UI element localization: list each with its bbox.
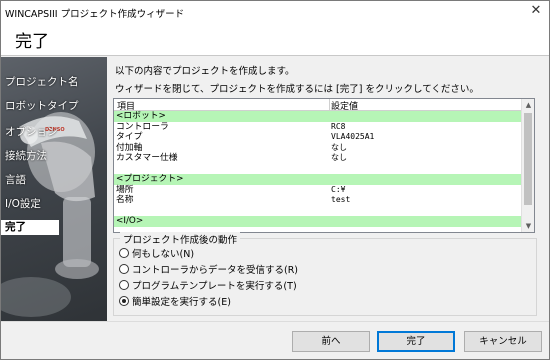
radio-button[interactable] bbox=[119, 280, 129, 290]
table-cell-item: <プロジェクト> bbox=[116, 174, 184, 184]
table-cell-item: コントローラ bbox=[116, 121, 169, 132]
table-group-row[interactable]: <I/O> bbox=[114, 216, 522, 227]
scroll-thumb[interactable] bbox=[524, 113, 532, 205]
finish-button[interactable]: 完了 bbox=[377, 331, 455, 352]
wizard-window: WINCAPSIII プロジェクト作成ウィザード ✕ 完了 DENSO プロジェ… bbox=[0, 0, 550, 360]
table-row[interactable]: 名称 test bbox=[114, 195, 522, 206]
radio-do-nothing[interactable]: 何もしない(N) bbox=[119, 246, 194, 260]
scroll-up-icon[interactable]: ▲ bbox=[522, 99, 534, 111]
radio-label[interactable]: コントローラからデータを受信する(R) bbox=[132, 262, 298, 276]
table-cell-item: カスタマー仕様 bbox=[116, 153, 178, 163]
table-cell-item: 名称 bbox=[116, 195, 134, 205]
table-row[interactable]: 付加軸 なし bbox=[114, 143, 522, 154]
main-content: 以下の内容でプロジェクトを作成します。 ウィザードを閉じて、プロジェクトを作成す… bbox=[107, 57, 549, 321]
title-bar[interactable]: WINCAPSIII プロジェクト作成ウィザード ✕ bbox=[1, 1, 549, 23]
radio-label[interactable]: プログラムテンプレートを実行する(T) bbox=[132, 278, 297, 292]
table-cell-value: VLA4025A1 bbox=[331, 132, 375, 141]
post-action-legend: プロジェクト作成後の動作 bbox=[120, 232, 241, 246]
table-header: 項目 設定値 bbox=[114, 99, 522, 112]
post-action-group: プロジェクト作成後の動作 何もしない(N) コントローラからデータを受信する(R… bbox=[113, 232, 537, 316]
table-rows: <ロボット> コントローラ RC8 タイプ VLA4025A1 付加軸 なし カスタマー仕様な… bbox=[114, 111, 522, 227]
sidebar-item-finish: 完了 bbox=[1, 220, 59, 235]
table-row[interactable] bbox=[114, 206, 522, 217]
radio-easy-setup[interactable]: 簡単設定を実行する(E) bbox=[119, 294, 231, 308]
robot-arm-image: DENSO bbox=[1, 112, 99, 317]
table-group-row[interactable]: <プロジェクト> bbox=[114, 174, 522, 185]
table-cell-value: test bbox=[331, 195, 351, 204]
table-cell-item: タイプ bbox=[116, 132, 143, 142]
table-cell-item: 付加軸 bbox=[116, 142, 143, 153]
sidebar-item-language: 言語 bbox=[5, 174, 26, 186]
table-row[interactable] bbox=[114, 164, 522, 175]
table-row[interactable]: カスタマー仕様 なし bbox=[114, 153, 522, 164]
wizard-sidebar: DENSO プロジェクト名 ロボットタイプ オプション 接続方法 言語 I/O設… bbox=[1, 57, 107, 321]
table-cell-value: なし bbox=[331, 153, 347, 162]
table-scrollbar[interactable]: ▲ ▼ bbox=[521, 99, 534, 232]
radio-button-selected[interactable] bbox=[119, 296, 129, 306]
radio-button[interactable] bbox=[119, 248, 129, 258]
table-group-row[interactable]: <ロボット> bbox=[114, 111, 522, 122]
sidebar-item-options: オプション bbox=[5, 126, 58, 138]
column-divider[interactable] bbox=[329, 99, 330, 111]
summary-table[interactable]: 項目 設定値 <ロボット> コントローラ RC8 タイプ VLA4025A1 付加軸 なしカ… bbox=[113, 98, 535, 233]
table-cell-value: RC8 bbox=[331, 121, 346, 131]
table-cell-item: 場所 bbox=[116, 184, 134, 195]
radio-label[interactable]: 何もしない(N) bbox=[132, 246, 194, 260]
page-header: 完了 bbox=[1, 23, 549, 56]
intro-text-2: ウィザードを閉じて、プロジェクトを作成するには [完了] をクリックしてください… bbox=[115, 84, 479, 95]
radio-receive-data[interactable]: コントローラからデータを受信する(R) bbox=[119, 262, 298, 276]
table-cell-value: C:¥ bbox=[331, 184, 346, 194]
sidebar-item-robot-type: ロボットタイプ bbox=[5, 100, 79, 112]
close-icon[interactable]: ✕ bbox=[529, 4, 543, 18]
back-button[interactable]: 前へ bbox=[292, 331, 370, 352]
intro-text-1: 以下の内容でプロジェクトを作成します。 bbox=[115, 66, 295, 77]
sidebar-item-io-settings: I/O設定 bbox=[5, 198, 41, 210]
cancel-button[interactable]: キャンセル bbox=[464, 331, 542, 352]
sidebar-item-project-name: プロジェクト名 bbox=[5, 76, 79, 88]
radio-button[interactable] bbox=[119, 264, 129, 274]
button-bar: 前へ 完了 キャンセル bbox=[1, 321, 549, 359]
table-cell-item: <ロボット> bbox=[116, 111, 166, 121]
table-row[interactable]: 場所 C:¥ bbox=[114, 185, 522, 196]
table-cell-value: なし bbox=[331, 142, 347, 152]
window-title: WINCAPSIII プロジェクト作成ウィザード bbox=[5, 9, 185, 20]
page-title: 完了 bbox=[15, 32, 49, 52]
radio-label[interactable]: 簡単設定を実行する(E) bbox=[132, 294, 231, 308]
sidebar-item-connection: 接続方法 bbox=[5, 150, 47, 162]
scroll-down-icon[interactable]: ▼ bbox=[522, 220, 534, 232]
radio-run-template[interactable]: プログラムテンプレートを実行する(T) bbox=[119, 278, 297, 292]
table-row[interactable]: コントローラ RC8 bbox=[114, 122, 522, 133]
table-row[interactable]: タイプ VLA4025A1 bbox=[114, 132, 522, 143]
table-cell-item: <I/O> bbox=[116, 216, 144, 226]
